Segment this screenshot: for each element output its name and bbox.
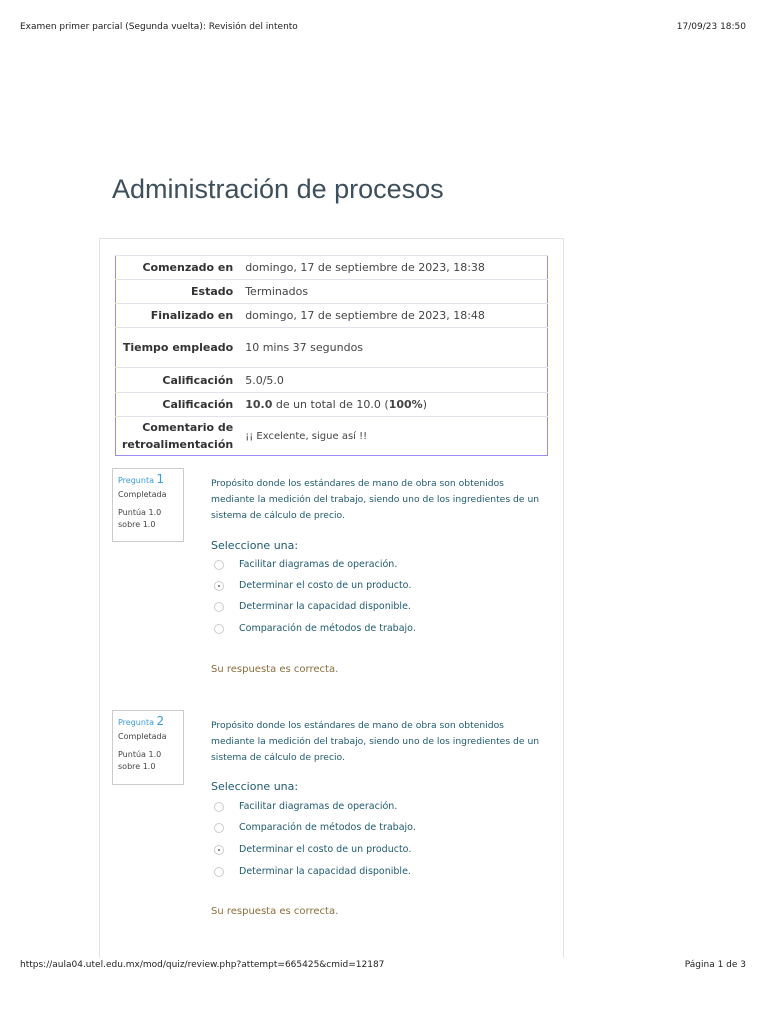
option-label: Determinar el costo de un producto.	[239, 580, 412, 591]
answer-option[interactable]: Determinar el costo de un producto.	[214, 844, 411, 855]
attempt-summary-table: Comenzado en domingo, 17 de septiembre de…	[115, 255, 548, 456]
summary-value: ¡¡ Excelente, sigue así !!	[239, 416, 548, 456]
question-info-2: Pregunta 2 Completada Puntúa 1.0 sobre 1…	[112, 710, 184, 785]
question-num: 2	[156, 714, 165, 728]
radio-icon[interactable]	[214, 623, 224, 634]
summary-value: 10.0 de un total de 10.0 (100%)	[239, 392, 548, 417]
summary-label: Comenzado en	[115, 255, 240, 280]
summary-value: 10 mins 37 segundos	[239, 327, 548, 368]
summary-label: Calificación	[115, 392, 240, 417]
question-num: 1	[156, 472, 165, 486]
question-text: Propósito donde los estándares de mano d…	[211, 478, 540, 521]
summary-value: Terminados	[239, 279, 548, 304]
grade-percent: 100%	[388, 398, 423, 411]
option-label: Determinar la capacidad disponible.	[239, 866, 411, 877]
question-score: Puntúa 1.0 sobre 1.0	[118, 750, 162, 771]
question-text: Propósito donde los estándares de mano d…	[211, 720, 540, 763]
select-prompt: Seleccione una:	[211, 780, 299, 793]
radio-icon[interactable]	[214, 559, 224, 570]
question-score: Puntúa 1.0 sobre 1.0	[118, 508, 162, 529]
print-footer-url: https://aula04.utel.edu.mx/mod/quiz/revi…	[20, 960, 385, 970]
question-feedback: Su respuesta es correcta.	[211, 906, 339, 917]
question-number: Pregunta 1	[118, 473, 178, 487]
summary-label: Finalizado en	[115, 303, 240, 328]
question-status: Completada	[118, 490, 167, 499]
summary-row: Tiempo empleado 10 mins 37 segundos	[115, 327, 548, 368]
question-number: Pregunta 2	[118, 715, 178, 729]
radio-selected-icon[interactable]	[214, 844, 224, 855]
question-feedback: Su respuesta es correcta.	[211, 664, 339, 675]
answer-option[interactable]: Comparación de métodos de trabajo.	[214, 623, 416, 634]
answer-option[interactable]: Comparación de métodos de trabajo.	[214, 822, 416, 833]
answer-option[interactable]: Facilitar diagramas de operación.	[214, 559, 397, 570]
option-label: Facilitar diagramas de operación.	[239, 559, 398, 570]
grade-end: )	[422, 398, 427, 411]
option-label: Facilitar diagramas de operación.	[239, 801, 398, 812]
radio-icon[interactable]	[214, 866, 224, 877]
option-label: Comparación de métodos de trabajo.	[239, 822, 416, 833]
summary-value: domingo, 17 de septiembre de 2023, 18:38	[239, 255, 548, 280]
print-footer-page: Página 1 de 3	[684, 960, 746, 970]
answer-option[interactable]: Determinar el costo de un producto.	[214, 580, 411, 591]
summary-row: Calificación 5.0/5.0	[115, 367, 548, 393]
summary-value: 5.0/5.0	[239, 367, 548, 393]
summary-row: Calificación 10.0 de un total de 10.0 (10…	[115, 392, 548, 417]
print-header-datetime: 17/09/23 18:50	[676, 22, 746, 32]
grade-total: de un total de 10.0 (	[272, 398, 389, 411]
summary-label: Estado	[115, 279, 240, 304]
radio-icon[interactable]	[214, 822, 224, 833]
answer-option[interactable]: Facilitar diagramas de operación.	[214, 801, 397, 812]
summary-label: Comentario de retroalimentación	[115, 416, 240, 456]
option-label: Determinar el costo de un producto.	[239, 844, 412, 855]
summary-row: Finalizado en domingo, 17 de septiembre d…	[115, 303, 548, 328]
summary-label: Tiempo empleado	[115, 327, 240, 368]
summary-row: Comenzado en domingo, 17 de septiembre de…	[115, 255, 548, 280]
summary-label: Calificación	[115, 367, 240, 393]
print-header-title: Examen primer parcial (Segunda vuelta): …	[20, 22, 298, 32]
grade-value: 10.0	[245, 398, 273, 411]
summary-value: domingo, 17 de septiembre de 2023, 18:48	[239, 303, 548, 328]
summary-row: Estado Terminados	[115, 279, 548, 304]
page-title: Administración de procesos	[112, 174, 444, 204]
question-label: Pregunta	[118, 718, 154, 727]
radio-icon[interactable]	[214, 601, 224, 612]
radio-selected-icon[interactable]	[214, 580, 224, 591]
question-label: Pregunta	[118, 476, 154, 485]
option-label: Comparación de métodos de trabajo.	[239, 623, 416, 634]
answer-option[interactable]: Determinar la capacidad disponible.	[214, 866, 411, 877]
radio-icon[interactable]	[214, 801, 224, 812]
question-status: Completada	[118, 732, 167, 741]
select-prompt: Seleccione una:	[211, 539, 299, 552]
question-info-1: Pregunta 1 Completada Puntúa 1.0 sobre 1…	[112, 468, 184, 542]
answer-option[interactable]: Determinar la capacidad disponible.	[214, 601, 411, 612]
option-label: Determinar la capacidad disponible.	[239, 601, 411, 612]
summary-row: Comentario de retroalimentación ¡¡ Excele…	[115, 416, 548, 456]
